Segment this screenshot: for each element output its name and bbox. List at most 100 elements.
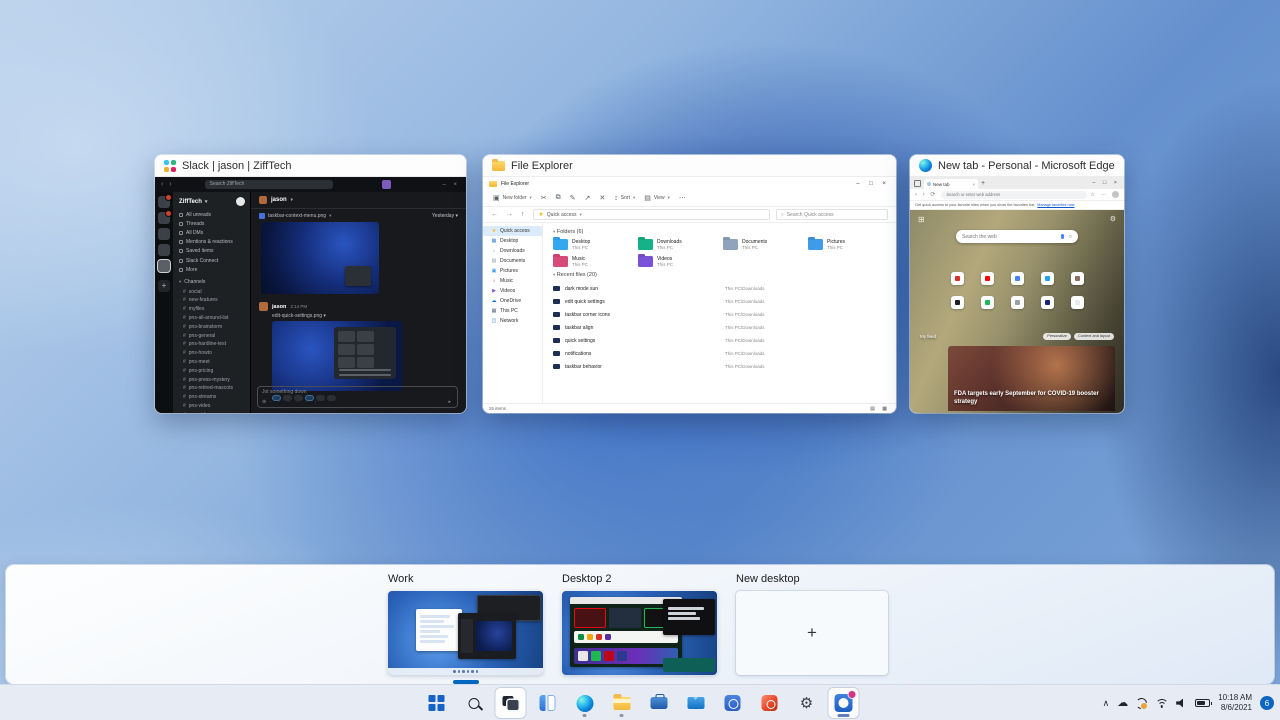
volume-icon[interactable] bbox=[1176, 699, 1187, 708]
channel-item[interactable]: #pns-streams bbox=[173, 393, 250, 402]
recent-file-row[interactable]: taskbar corner iconsThis PC\Downloads bbox=[553, 308, 896, 321]
sync-status-icon[interactable] bbox=[1136, 698, 1147, 709]
address-bar[interactable]: ★ Quick access▾ bbox=[533, 209, 770, 220]
edge-window-card[interactable]: New tab - Personal - Microsoft Edge New … bbox=[910, 155, 1124, 413]
my-feed-label[interactable]: My feed bbox=[920, 334, 936, 339]
sidebar-item-music[interactable]: ♪Music bbox=[483, 276, 542, 286]
address-bar[interactable]: Search or enter web address bbox=[941, 191, 1086, 199]
slack-search-input[interactable]: Search ZiffTech bbox=[205, 180, 333, 189]
window-controls[interactable]: – □ × bbox=[1092, 180, 1120, 186]
recent-file-row[interactable]: quick settingsThis PC\Downloads bbox=[553, 334, 896, 347]
channel-item[interactable]: #pns-vids bbox=[173, 410, 250, 413]
channel-item[interactable]: #pns-general bbox=[173, 331, 250, 340]
folders-section-header[interactable]: ▾ Folders (6) bbox=[553, 229, 896, 235]
channel-item[interactable]: #social bbox=[173, 287, 250, 296]
recent-file-row[interactable]: taskbar alignThis PC\Downloads bbox=[553, 321, 896, 334]
edge-taskbar-button[interactable] bbox=[570, 688, 600, 718]
shortcut-tile[interactable] bbox=[951, 272, 964, 285]
shortcut-tile[interactable] bbox=[1071, 296, 1084, 309]
slack-window-controls[interactable]: – × bbox=[442, 182, 460, 188]
desktop-thumbnail-work[interactable] bbox=[388, 591, 543, 675]
content-layout-button[interactable]: Content and layout bbox=[1074, 333, 1114, 340]
browser-tab[interactable]: New tab × bbox=[924, 179, 978, 189]
view-button[interactable]: ▤View▾ bbox=[644, 194, 670, 202]
recent-file-row[interactable]: taskbar behaviorThis PC\Downloads bbox=[553, 360, 896, 373]
shortcut-tile[interactable] bbox=[951, 296, 964, 309]
file-attachment-row[interactable]: taskbar-context-menu.png▾ Yesterday ▾ bbox=[251, 209, 466, 221]
folder-tile-videos[interactable]: VideosThis PC bbox=[638, 256, 723, 267]
shortcut-tile[interactable] bbox=[1011, 272, 1024, 285]
send-icon[interactable]: ▸ bbox=[448, 399, 453, 405]
copy-icon[interactable]: ⧉ bbox=[556, 194, 561, 202]
workspace-switcher-icon-active[interactable] bbox=[158, 260, 170, 272]
widgets-button[interactable] bbox=[533, 688, 563, 718]
channel-item[interactable]: #pns-press-mystery bbox=[173, 375, 250, 384]
wifi-icon[interactable] bbox=[1155, 699, 1168, 708]
add-workspace-button[interactable]: + bbox=[158, 280, 170, 292]
workspace-name[interactable]: ZiffTech bbox=[179, 199, 202, 205]
recent-files-section-header[interactable]: ▾ Recent files (20) bbox=[553, 272, 896, 278]
file-explorer-taskbar-button[interactable] bbox=[607, 688, 637, 718]
sort-button[interactable]: ↕Sort▾ bbox=[614, 195, 635, 202]
news-card[interactable]: FDA targets early September for COVID-19… bbox=[948, 346, 1115, 411]
teams-taskbar-button[interactable] bbox=[718, 688, 748, 718]
channel-item[interactable]: #pns-howto bbox=[173, 349, 250, 358]
favorites-star-icon[interactable]: ☆ bbox=[1091, 192, 1097, 198]
delete-icon[interactable]: ✕ bbox=[599, 194, 605, 202]
workspace-switcher-icon[interactable] bbox=[158, 244, 170, 256]
window-controls[interactable]: – □ × bbox=[856, 181, 890, 187]
message-input[interactable]: Jot something down ⊕ · · · · · · ▸ bbox=[257, 386, 458, 408]
vertical-tabs-icon[interactable] bbox=[914, 180, 921, 187]
conversation-header[interactable]: jason▾ bbox=[251, 192, 466, 209]
back-forward-up-icons[interactable]: ← → ↑ bbox=[491, 211, 527, 218]
onedrive-cloud-icon[interactable]: ☁ bbox=[1117, 698, 1128, 709]
search-button[interactable] bbox=[459, 688, 489, 718]
file-explorer-window-preview[interactable]: File Explorer – □ × ▣New folder▾ ✂ ⧉ ✎ ↗… bbox=[483, 177, 896, 413]
desktop-name-work[interactable]: Work bbox=[388, 573, 543, 585]
back-forward-refresh-icons[interactable]: ‹ › ⟳ bbox=[915, 191, 937, 198]
office-taskbar-button[interactable] bbox=[755, 688, 785, 718]
close-tab-icon[interactable]: × bbox=[972, 182, 975, 187]
new-desktop-button[interactable]: + bbox=[736, 591, 888, 675]
view-toggle-icons[interactable]: ▤ ▦ bbox=[870, 406, 890, 412]
layout-grid-icon[interactable]: ⊞ bbox=[918, 215, 925, 224]
start-button[interactable] bbox=[422, 688, 452, 718]
shortcut-tile[interactable] bbox=[1041, 296, 1054, 309]
sidebar-item-quick-access[interactable]: ★Quick access bbox=[483, 226, 542, 236]
date-divider[interactable]: Yesterday ▾ bbox=[432, 213, 458, 219]
sidebar-item-documents[interactable]: ▤Documents bbox=[483, 256, 542, 266]
workspace-switcher-icon[interactable] bbox=[158, 228, 170, 240]
explorer-search-input[interactable]: ○ Search Quick access bbox=[776, 209, 888, 220]
more-menu-icon[interactable]: ⋯ bbox=[1101, 192, 1108, 198]
personalize-button[interactable]: Personalize bbox=[1043, 333, 1071, 340]
folder-tile-pictures[interactable]: PicturesThis PC bbox=[808, 239, 893, 250]
rename-icon[interactable]: ✎ bbox=[570, 194, 576, 202]
sidebar-item-all-unreads[interactable]: All unreads bbox=[173, 210, 250, 219]
shortcut-tile[interactable] bbox=[1011, 296, 1024, 309]
task-view-button[interactable] bbox=[496, 688, 526, 718]
attachment-image-quick-settings[interactable] bbox=[272, 321, 402, 391]
desktop-thumbnail-desktop-2[interactable] bbox=[562, 591, 717, 675]
clock[interactable]: 10:18 AM 8/6/2021 bbox=[1218, 693, 1252, 713]
profile-avatar[interactable] bbox=[1112, 191, 1119, 198]
channel-item[interactable]: #myfiles bbox=[173, 305, 250, 314]
channel-item[interactable]: #pns-all-around-list bbox=[173, 314, 250, 323]
recent-file-row[interactable]: dark mode sunThis PC\Downloads bbox=[553, 282, 896, 295]
sidebar-item-videos[interactable]: ▶Videos bbox=[483, 286, 542, 296]
more-options-icon[interactable]: ⋯ bbox=[679, 194, 686, 202]
sidebar-item-downloads[interactable]: ↓Downloads bbox=[483, 246, 542, 256]
sidebar-item-network[interactable]: ◫Network bbox=[483, 316, 542, 326]
sidebar-item-mentions[interactable]: Mentions & reactions bbox=[173, 238, 250, 247]
slack-window-preview[interactable]: ‹ › Search ZiffTech – × + ZiffTech ▾ bbox=[155, 177, 466, 413]
page-settings-gear-icon[interactable]: ⚙ bbox=[1110, 215, 1116, 223]
attach-icon[interactable]: ⊕ bbox=[262, 399, 266, 405]
new-tab-button[interactable]: + bbox=[981, 180, 985, 187]
slack-user-avatar[interactable] bbox=[382, 180, 391, 189]
battery-icon[interactable] bbox=[1195, 699, 1210, 707]
channel-item[interactable]: #pns-brainstorm bbox=[173, 322, 250, 331]
recent-file-row[interactable]: edit quick settingsThis PC\Downloads bbox=[553, 295, 896, 308]
folder-tile-desktop[interactable]: DesktopThis PC bbox=[553, 239, 638, 250]
mail-taskbar-button[interactable] bbox=[681, 688, 711, 718]
folder-tile-downloads[interactable]: DownloadsThis PC bbox=[638, 239, 723, 250]
file-explorer-window-card[interactable]: File Explorer File Explorer – □ × ▣New f… bbox=[483, 155, 896, 413]
